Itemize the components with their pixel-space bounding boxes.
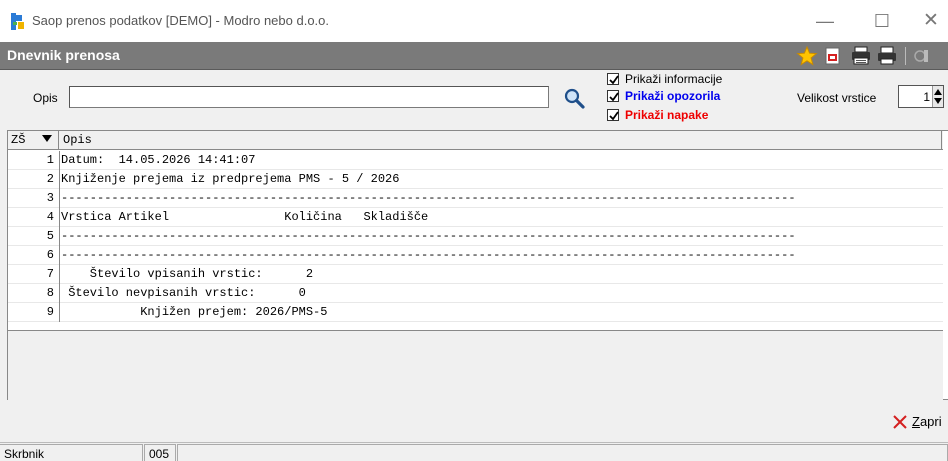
maximize-button[interactable]: ☐ xyxy=(865,8,899,34)
more-icon[interactable] xyxy=(912,46,934,66)
table-row[interactable]: 4 Vrstica Artikel Količina Skladišče xyxy=(8,208,943,227)
toolbar-separator xyxy=(905,47,906,65)
grid-header: ZŠ Opis xyxy=(8,131,943,150)
log-grid[interactable]: ZŠ Opis 1 Datum: 14.05.2026 14:41:07 2 Knji… xyxy=(7,130,948,400)
table-row[interactable]: 6 ---------------------------------------… xyxy=(8,246,943,265)
close-button-label: Zapri xyxy=(912,414,942,429)
checkbox-checked-icon xyxy=(607,90,619,102)
status-user: Skrbnik xyxy=(0,444,143,461)
app-logo-icon xyxy=(11,13,24,30)
row-text: ----------------------------------------… xyxy=(61,248,796,262)
table-row[interactable]: 9 Knjižen prejem: 2026/PMS-5 xyxy=(8,303,943,322)
row-number: 4 xyxy=(8,208,60,227)
status-code: 005 xyxy=(144,444,176,461)
row-text: Knjiženje prejema iz predprejema PMS - 5… xyxy=(61,172,400,186)
panel-header: Dnevnik prenosa xyxy=(0,42,948,70)
table-row[interactable]: 1 Datum: 14.05.2026 14:41:07 xyxy=(8,151,943,170)
panel-title: Dnevnik prenosa xyxy=(7,47,120,63)
row-text: Vrstica Artikel Količina Skladišče xyxy=(61,210,429,224)
window-title: Saop prenos podatkov [DEMO] - Modro nebo… xyxy=(32,13,330,28)
show-info-checkbox[interactable]: Prikaži informacije xyxy=(607,72,722,87)
row-size-label: Velikost vrstice xyxy=(797,91,877,105)
sort-desc-icon xyxy=(42,135,52,142)
table-row[interactable]: 5 ---------------------------------------… xyxy=(8,227,943,246)
show-warnings-checkbox[interactable]: Prikaži opozorila xyxy=(607,89,720,104)
row-size-spinner[interactable]: 1 xyxy=(898,85,944,108)
column-header-opis[interactable]: Opis xyxy=(60,131,942,150)
show-errors-checkbox[interactable]: Prikaži napake xyxy=(607,108,708,123)
show-errors-label: Prikaži napake xyxy=(625,108,709,122)
close-x-icon xyxy=(893,415,907,429)
show-info-label: Prikaži informacije xyxy=(625,72,723,86)
close-window-button[interactable]: ✕ xyxy=(914,8,948,34)
show-warnings-label: Prikaži opozorila xyxy=(625,89,721,103)
row-text: ----------------------------------------… xyxy=(61,229,796,243)
row-size-value: 1 xyxy=(923,90,930,104)
print-stack-icon[interactable] xyxy=(850,46,872,66)
star-icon[interactable] xyxy=(796,46,818,66)
row-number: 1 xyxy=(8,151,60,170)
table-row[interactable]: 7 Število vpisanih vrstic: 2 xyxy=(8,265,943,284)
row-text: Datum: 14.05.2026 14:41:07 xyxy=(61,153,256,167)
search-icon[interactable] xyxy=(563,87,585,109)
spinner-arrows-icon[interactable] xyxy=(932,86,943,107)
filter-panel: Opis Prikaži informacije Prikaži opozori… xyxy=(0,70,948,126)
opis-search-input[interactable] xyxy=(69,86,549,108)
table-row[interactable]: 3 ---------------------------------------… xyxy=(8,189,943,208)
grid-empty-area xyxy=(8,330,943,400)
row-text: Število vpisanih vrstic: 2 xyxy=(61,267,314,281)
opis-label: Opis xyxy=(33,91,58,105)
row-number: 9 xyxy=(8,303,60,322)
row-number: 5 xyxy=(8,227,60,246)
window-titlebar: Saop prenos podatkov [DEMO] - Modro nebo… xyxy=(0,0,948,42)
table-row[interactable]: 8 Število nevpisanih vrstic: 0 xyxy=(8,284,943,303)
row-text: Knjižen prejem: 2026/PMS-5 xyxy=(61,305,328,319)
row-number: 6 xyxy=(8,246,60,265)
row-number: 7 xyxy=(8,265,60,284)
checkbox-checked-icon xyxy=(607,109,619,121)
minimize-button[interactable]: — xyxy=(808,8,842,34)
status-bar: Skrbnik 005 xyxy=(0,442,948,461)
column-header-zs[interactable]: ZŠ xyxy=(8,131,59,150)
table-row[interactable]: 2 Knjiženje prejema iz predprejema PMS - … xyxy=(8,170,943,189)
status-message xyxy=(177,444,948,461)
row-number: 3 xyxy=(8,189,60,208)
row-text: ----------------------------------------… xyxy=(61,191,796,205)
checkbox-checked-icon xyxy=(607,73,619,85)
row-number: 8 xyxy=(8,284,60,303)
printer-icon[interactable] xyxy=(876,46,898,66)
row-text: Število nevpisanih vrstic: 0 xyxy=(61,286,306,300)
pdf-icon[interactable] xyxy=(822,46,844,66)
row-number: 2 xyxy=(8,170,60,189)
grid-rows: 1 Datum: 14.05.2026 14:41:07 2 Knjiženje pr… xyxy=(8,151,943,322)
